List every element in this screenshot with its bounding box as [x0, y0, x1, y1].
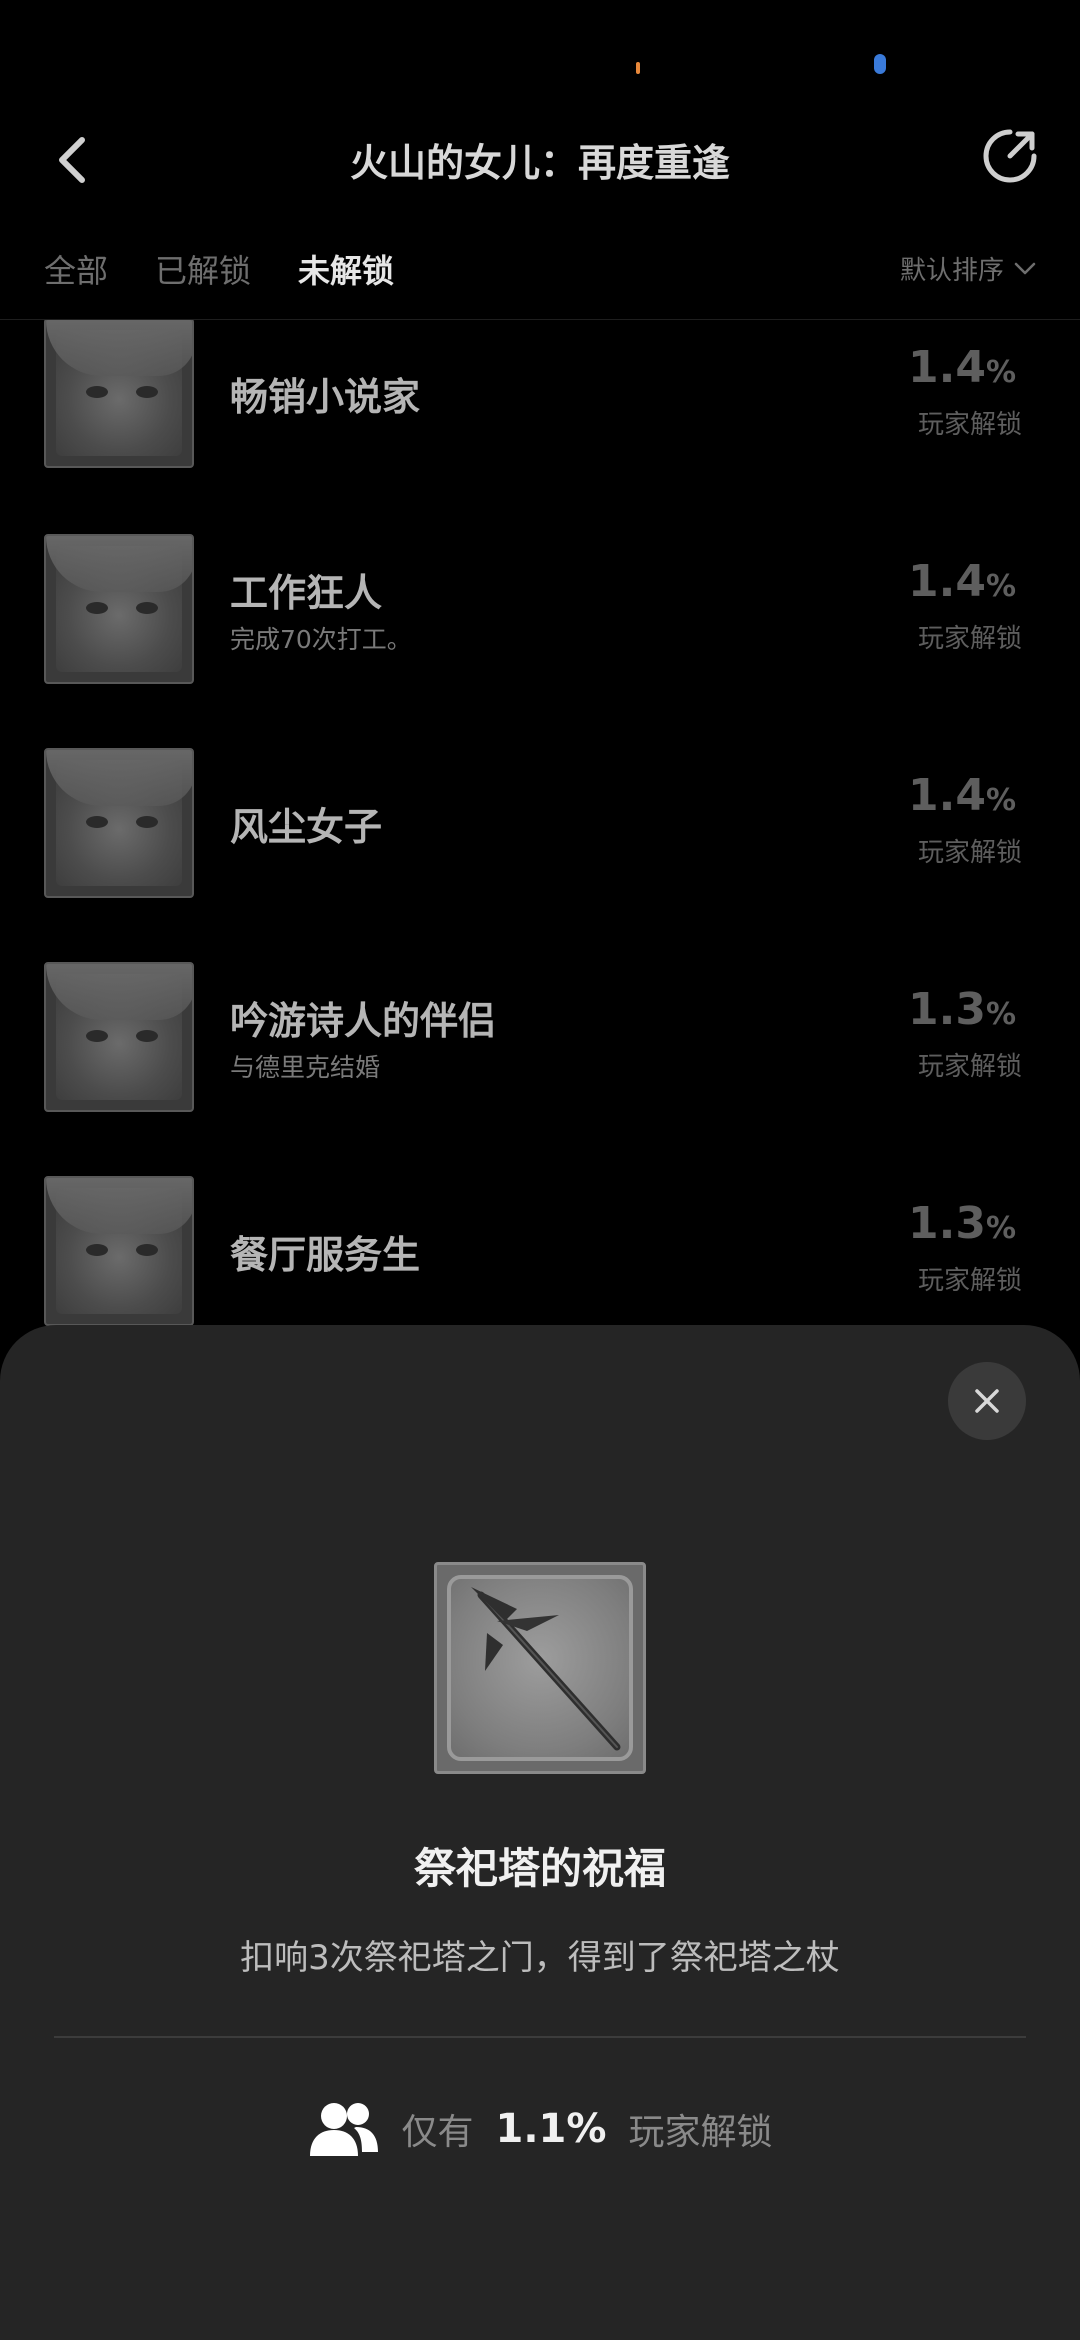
unlock-percent: 1.3% [907, 984, 1016, 1035]
status-indicator-orange [636, 62, 640, 74]
unlock-label: 玩家解锁 [917, 1052, 1022, 1082]
achievement-thumbnail [44, 1176, 194, 1326]
rarity-suffix: 玩家解锁 [628, 2112, 773, 2153]
share-button[interactable] [978, 124, 1042, 188]
achievement-desc: 与德里克结婚 [230, 1053, 381, 1082]
achievement-detail-sheet: 祭祀塔的祝福 扣响3次祭祀塔之门，得到了祭祀塔之杖 仅有 1.1% 玩家解锁 [0, 1325, 1080, 2340]
unlock-percent: 1.4% [907, 342, 1016, 393]
page-title: 火山的女儿：再度重逢 [349, 141, 730, 185]
achievement-title: 餐厅服务生 [230, 1233, 421, 1277]
sort-label: 默认排序 [899, 256, 1004, 286]
close-button[interactable] [948, 1362, 1026, 1440]
rarity-prefix: 仅有 [401, 2112, 474, 2153]
achievement-thumbnail [44, 320, 194, 468]
achievement-title: 畅销小说家 [230, 375, 421, 419]
rarity-row: 仅有 1.1% 玩家解锁 [0, 2100, 1080, 2158]
rarity-value: 1.1% [495, 2106, 607, 2152]
close-icon [975, 1389, 999, 1413]
achievement-list: 畅销小说家 1.4% 玩家解锁 工作狂人 完成70次打工。 1.4% 玩家解锁 … [0, 320, 1080, 1340]
status-bar [0, 0, 1080, 110]
sort-dropdown[interactable]: 默认排序 [900, 250, 1036, 287]
unlock-label: 玩家解锁 [917, 838, 1022, 868]
tab-unlocked[interactable]: 已解锁 [155, 246, 251, 292]
achievement-thumbnail [44, 748, 194, 898]
unlock-percent: 1.4% [907, 770, 1016, 821]
achievement-title: 风尘女子 [230, 805, 383, 849]
tab-all[interactable]: 全部 [44, 246, 108, 292]
status-indicator-blue [874, 54, 886, 74]
tab-locked[interactable]: 未解锁 [298, 246, 394, 292]
achievement-badge [434, 1562, 646, 1774]
list-item[interactable]: 工作狂人 完成70次打工。 1.4% 玩家解锁 [0, 534, 1080, 748]
list-item[interactable]: 吟游诗人的伴侣 与德里克结婚 1.3% 玩家解锁 [0, 962, 1080, 1176]
achievement-desc: 完成70次打工。 [230, 625, 412, 654]
users-icon [309, 2103, 378, 2156]
list-item[interactable]: 畅销小说家 1.4% 玩家解锁 [0, 320, 1080, 534]
tab-bar: 全部 已解锁 未解锁 默认排序 [0, 240, 1080, 320]
share-icon [983, 129, 1037, 183]
achievement-description: 扣响3次祭祀塔之门，得到了祭祀塔之杖 [240, 1938, 840, 1978]
header: 火山的女儿：再度重逢 [0, 110, 1080, 210]
list-item[interactable]: 餐厅服务生 1.3% 玩家解锁 [0, 1176, 1080, 1340]
divider [54, 2036, 1026, 2038]
unlock-label: 玩家解锁 [917, 624, 1022, 654]
staff-icon [471, 1587, 621, 1751]
achievement-title: 工作狂人 [230, 571, 383, 615]
unlock-percent: 1.4% [907, 556, 1016, 607]
achievement-title: 吟游诗人的伴侣 [230, 999, 497, 1043]
list-item[interactable]: 风尘女子 1.4% 玩家解锁 [0, 748, 1080, 962]
unlock-label: 玩家解锁 [917, 410, 1022, 440]
achievement-title: 祭祀塔的祝福 [413, 1844, 666, 1893]
chevron-down-icon [1014, 262, 1036, 274]
achievement-thumbnail [44, 962, 194, 1112]
achievement-thumbnail [44, 534, 194, 684]
unlock-percent: 1.3% [907, 1198, 1016, 1249]
unlock-label: 玩家解锁 [917, 1266, 1022, 1296]
